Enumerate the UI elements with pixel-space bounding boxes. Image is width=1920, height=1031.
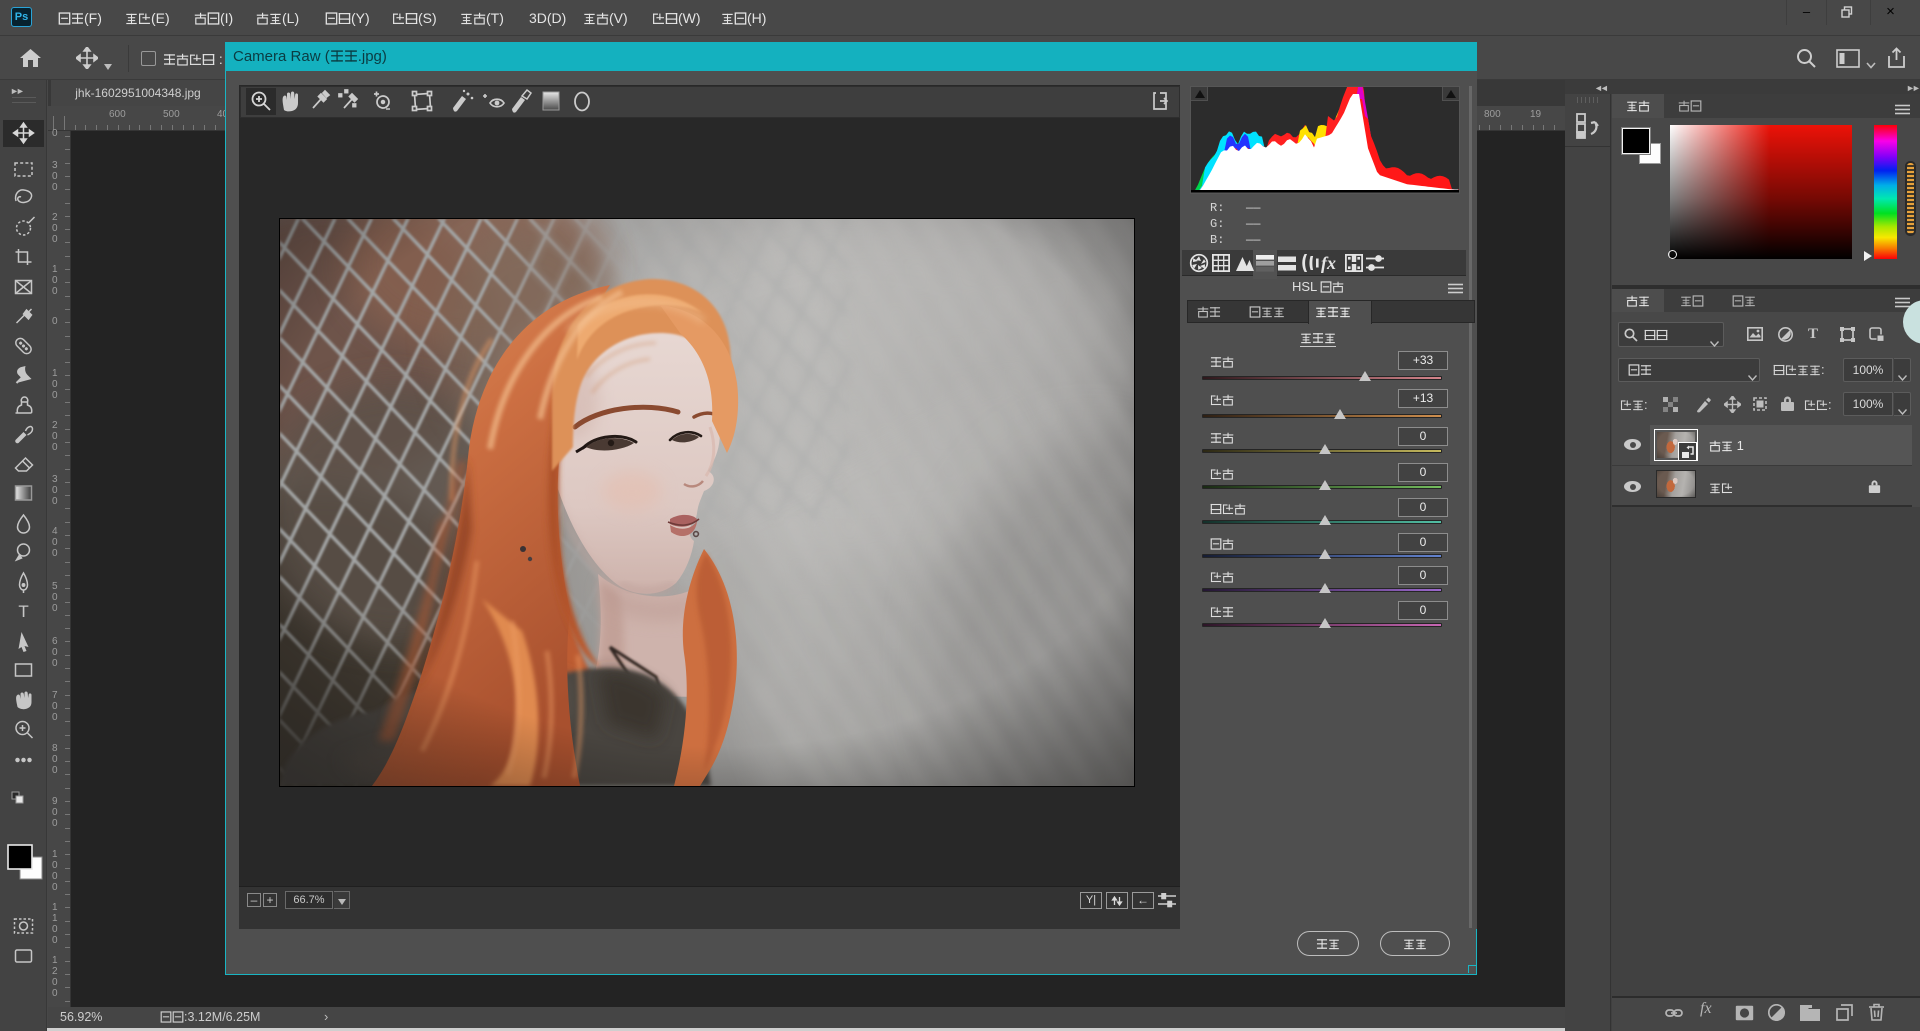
svg-text:fx: fx	[1321, 253, 1336, 273]
svg-text:T: T	[18, 602, 28, 621]
